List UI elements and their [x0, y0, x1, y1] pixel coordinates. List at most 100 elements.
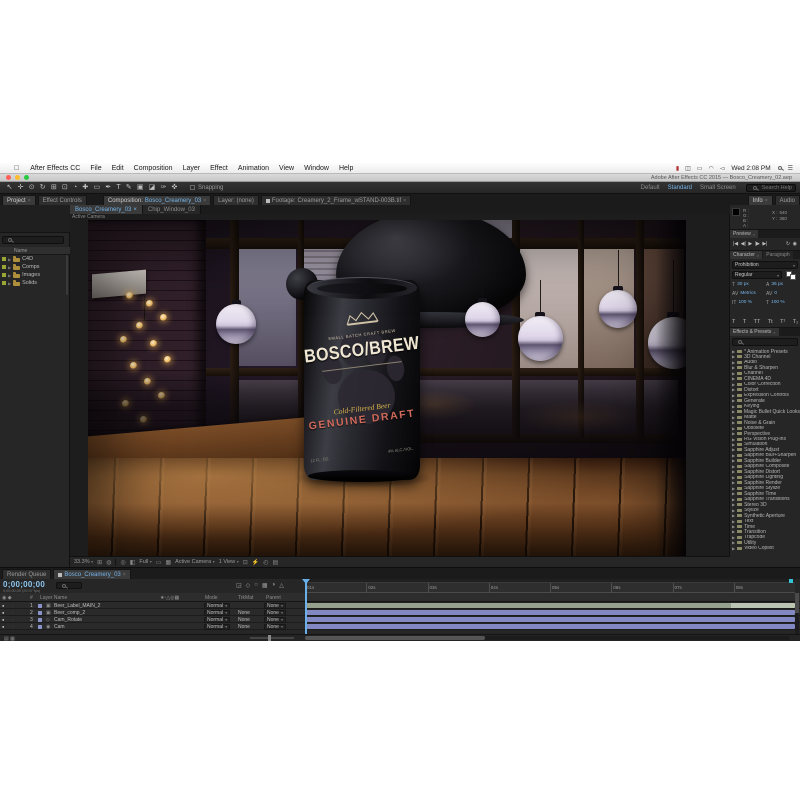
tool-icon[interactable]: ▭	[93, 184, 100, 191]
twirl-icon[interactable]: ▶	[732, 464, 735, 469]
twirl-icon[interactable]: ▶	[732, 371, 735, 376]
parent-header[interactable]: Parent	[266, 593, 281, 602]
character-field-value[interactable]: 100 %	[738, 300, 752, 305]
label-color-chip[interactable]	[2, 273, 6, 277]
character-field[interactable]: AV 0	[766, 290, 798, 297]
twirl-icon[interactable]: ▶	[732, 546, 735, 551]
search-help-field[interactable]: Search Help	[746, 184, 796, 192]
character-field-value[interactable]: 100 %	[771, 300, 785, 305]
twirl-icon[interactable]: ▶	[732, 442, 735, 447]
twirl-icon[interactable]: ▶	[732, 360, 735, 365]
close-window-button[interactable]	[6, 175, 11, 180]
effects-category-row[interactable]: ▶ Matte	[732, 415, 800, 420]
menubar-item[interactable]: Edit	[112, 165, 124, 172]
transparency-grid-icon[interactable]: ▦	[165, 559, 171, 566]
effects-category-row[interactable]: ▶ Sapphire Adjust	[732, 447, 800, 452]
menubar-item[interactable]: View	[279, 165, 294, 172]
transport-button[interactable]: ▶	[748, 241, 752, 247]
twirl-icon[interactable]: ▶	[732, 387, 735, 392]
twirl-icon[interactable]: ▶	[732, 393, 735, 398]
font-style-dropdown[interactable]: Regular▾	[732, 271, 782, 279]
faux-style-button[interactable]: TT	[754, 319, 761, 325]
tool-icon[interactable]: ⊡	[62, 184, 68, 191]
close-icon[interactable]: ×	[133, 207, 137, 213]
twirl-icon[interactable]: ▶	[732, 497, 735, 502]
toggle-switches-modes-icon[interactable]: ▤ ▦	[4, 636, 15, 642]
scrollbar-thumb[interactable]	[795, 593, 799, 613]
workspace-standard[interactable]: Standard	[668, 185, 692, 191]
tab-composition[interactable]: Composition: Bosco_Creamery_03 ×	[103, 195, 211, 205]
effects-category-row[interactable]: ▶ Utility	[732, 540, 800, 545]
close-icon[interactable]: ×	[753, 232, 755, 237]
tab-layer[interactable]: Layer: (none)	[213, 195, 259, 205]
tool-icon[interactable]: ✒	[105, 184, 111, 191]
time-ruler[interactable]: 01s02s03s04s05s06s07s08s	[305, 579, 795, 593]
label-color-chip[interactable]	[2, 257, 6, 261]
snapping-checkbox[interactable]	[190, 185, 195, 190]
workspace-default[interactable]: Default	[641, 185, 660, 191]
effects-category-row[interactable]: ▶ * Animation Presets	[732, 349, 800, 354]
lock-toggle[interactable]: ▫	[12, 609, 13, 616]
faux-style-button[interactable]: T¹	[780, 319, 785, 325]
show-channel-icon[interactable]: ◧	[130, 559, 136, 566]
timeline-search-input[interactable]	[56, 582, 82, 589]
wifi-icon[interactable]: ◠	[708, 165, 713, 172]
fast-previews-icon[interactable]: ⚡	[252, 559, 259, 566]
draft-3d-icon[interactable]: ◇	[246, 582, 251, 589]
visibility-toggle[interactable]: ●	[2, 609, 4, 616]
layer-duration-bar[interactable]	[305, 617, 795, 622]
menubar-item[interactable]: Effect	[210, 165, 228, 172]
layer-name[interactable]: Cam_Rotate	[54, 616, 82, 623]
trkmat-dropdown[interactable]: None	[238, 609, 250, 616]
workspace-small-screen[interactable]: Small Screen	[700, 185, 736, 191]
project-search-input[interactable]	[2, 236, 64, 244]
effects-category-row[interactable]: ▶ Sapphire Blur+Sharpen	[732, 453, 800, 458]
effects-category-row[interactable]: ▶ Generate	[732, 398, 800, 403]
comp-tab-inactive[interactable]: Chip_Window_03	[143, 205, 201, 214]
effects-category-row[interactable]: ▶ Magic Bullet Quick Looks	[732, 409, 800, 414]
twirl-icon[interactable]: ▶	[732, 420, 735, 425]
effects-category-row[interactable]: ▶ Sapphire Time	[732, 491, 800, 496]
tab-footage[interactable]: Footage: Creamery_2_Frame_wSTAND-003B.ti…	[261, 195, 411, 205]
layer-color-chip[interactable]	[38, 602, 42, 609]
effects-category-row[interactable]: ▶ RG Vision Plug-ins	[732, 437, 800, 442]
trkmat-header[interactable]: TrkMat	[238, 593, 253, 602]
twirl-icon[interactable]: ▶	[732, 540, 735, 545]
stroke-color-swatch[interactable]	[790, 274, 796, 280]
faux-style-button[interactable]: T₁	[793, 319, 798, 325]
transport-button[interactable]: |▶	[755, 241, 760, 247]
menubar-item[interactable]: File	[90, 165, 101, 172]
tool-icon[interactable]: ▣	[137, 184, 144, 191]
current-time-indicator[interactable]	[305, 579, 307, 634]
project-item[interactable]: ▶ C4D	[0, 255, 70, 263]
scrollbar-thumb[interactable]	[305, 636, 485, 640]
tab-paragraph[interactable]: Paragraph	[763, 251, 792, 259]
layer-color-chip[interactable]	[38, 616, 42, 623]
snapshot-icon[interactable]: ◎	[120, 559, 125, 566]
twirl-icon[interactable]: ▶	[8, 281, 11, 286]
twirl-icon[interactable]: ▶	[732, 437, 735, 442]
twirl-icon[interactable]: ▶	[732, 524, 735, 529]
twirl-icon[interactable]: ▶	[732, 349, 735, 354]
project-columns-header[interactable]: Name	[0, 247, 70, 255]
tool-icon[interactable]: ◪	[149, 184, 156, 191]
tool-icon[interactable]: ✜	[172, 184, 178, 191]
character-field[interactable]: T 100 %	[766, 299, 798, 306]
close-icon[interactable]: ×	[765, 198, 768, 204]
close-icon[interactable]: ×	[123, 572, 126, 578]
lock-toggle[interactable]: ▫	[12, 616, 13, 623]
menubar-clock[interactable]: Wed 2:08 PM	[731, 165, 770, 172]
tab-character[interactable]: Character×	[730, 251, 762, 259]
effects-category-row[interactable]: ▶ Sapphire Stylize	[732, 486, 800, 491]
minimize-window-button[interactable]	[15, 175, 20, 180]
effects-category-row[interactable]: ▶ Noise & Grain	[732, 420, 800, 425]
twirl-icon[interactable]: ▶	[732, 502, 735, 507]
frame-blending-icon[interactable]: ▦	[262, 582, 268, 589]
apple-menu-icon[interactable]: 	[14, 165, 19, 172]
effects-category-row[interactable]: ▶ Synthetic Aperture	[732, 513, 800, 518]
visibility-toggle[interactable]: ●	[2, 602, 4, 609]
effects-search-input[interactable]	[732, 338, 798, 346]
faux-style-button[interactable]: T	[732, 319, 735, 325]
twirl-icon[interactable]: ▶	[732, 513, 735, 518]
composition-mini-flowchart-icon[interactable]: ◲	[236, 582, 242, 589]
